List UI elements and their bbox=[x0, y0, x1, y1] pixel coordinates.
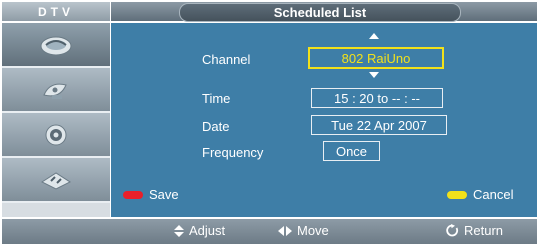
channel-label: Channel bbox=[202, 52, 251, 67]
dtv-mode-label: DTV bbox=[2, 2, 110, 21]
frequency-label: Frequency bbox=[202, 145, 264, 160]
move-label: Move bbox=[297, 223, 329, 238]
sidebar-item-setup[interactable] bbox=[2, 113, 110, 158]
satellite-dish-icon bbox=[43, 83, 67, 99]
left-right-arrows-icon bbox=[278, 225, 292, 236]
adjust-label: Adjust bbox=[189, 223, 226, 238]
picture-icon bbox=[40, 36, 72, 55]
page-title: Scheduled List bbox=[179, 3, 461, 22]
channel-field[interactable]: 802 RaiUno bbox=[308, 47, 444, 69]
title-bar: Scheduled List bbox=[111, 2, 537, 22]
sidebar-item-input[interactable] bbox=[2, 158, 110, 203]
date-label: Date bbox=[202, 119, 230, 134]
adjust-hint: Adjust bbox=[174, 223, 225, 238]
channel-down-arrow-icon[interactable] bbox=[369, 72, 379, 78]
frequency-field[interactable]: Once bbox=[323, 141, 380, 161]
scheduled-list-panel: Channel 802 RaiUno Time 15 : 20 to -- : … bbox=[111, 23, 537, 217]
yellow-button-icon bbox=[447, 190, 467, 199]
return-button[interactable]: Return bbox=[446, 223, 503, 238]
scheduled-list-window: DTV Scheduled List Channel 802 RaiUno Ti… bbox=[0, 0, 539, 246]
cancel-button[interactable]: Cancel bbox=[447, 187, 513, 202]
settings-gear-icon bbox=[45, 124, 67, 145]
up-down-arrows-icon bbox=[174, 224, 184, 237]
date-field[interactable]: Tue 22 Apr 2007 bbox=[311, 115, 447, 135]
footer-nav-bar: Adjust Move Return bbox=[2, 219, 537, 244]
time-label: Time bbox=[202, 91, 231, 106]
move-hint: Move bbox=[278, 223, 329, 238]
sidebar bbox=[2, 23, 110, 217]
time-field[interactable]: 15 : 20 to -- : -- bbox=[311, 88, 443, 108]
red-button-icon bbox=[123, 190, 143, 199]
return-label: Return bbox=[464, 223, 504, 238]
return-arrow-icon bbox=[446, 224, 458, 237]
cancel-label: Cancel bbox=[473, 187, 514, 202]
sidebar-item-picture[interactable] bbox=[2, 23, 110, 68]
save-button[interactable]: Save bbox=[123, 187, 179, 202]
channel-up-arrow-icon[interactable] bbox=[369, 33, 379, 39]
save-label: Save bbox=[149, 187, 179, 202]
sidebar-item-channel[interactable] bbox=[2, 68, 110, 113]
input-source-icon bbox=[40, 171, 72, 190]
